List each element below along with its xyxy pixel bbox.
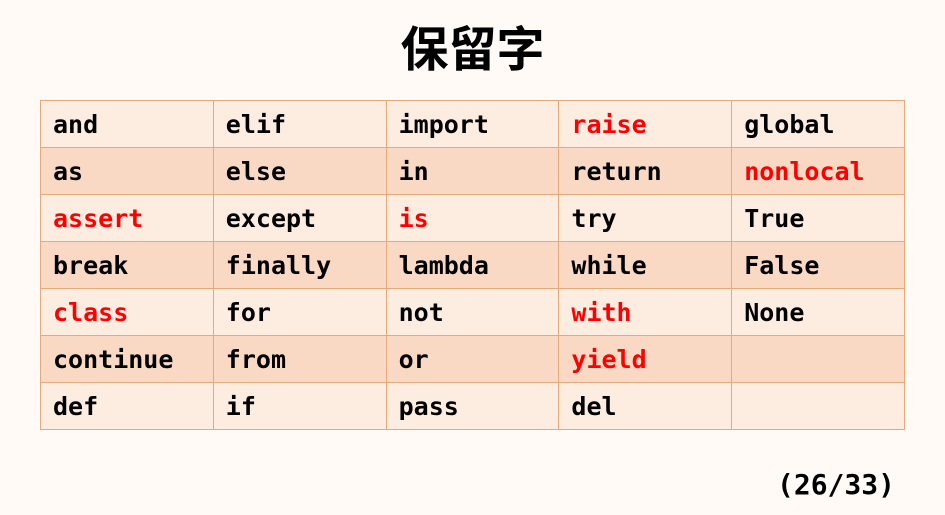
keyword-cell: else: [213, 148, 386, 195]
keyword-cell: True: [732, 195, 905, 242]
table-row: classfornotwithNone: [41, 289, 905, 336]
keywords-table: andelifimportraiseglobalaselseinreturnno…: [40, 100, 905, 430]
keyword-cell: del: [559, 383, 732, 430]
keyword-cell: while: [559, 242, 732, 289]
keyword-cell: raise: [559, 101, 732, 148]
keyword-cell: False: [732, 242, 905, 289]
keyword-cell: break: [41, 242, 214, 289]
page-counter: (26/33): [777, 468, 895, 501]
slide: 保留字 andelifimportraiseglobalaselseinretu…: [0, 0, 945, 515]
keyword-cell: if: [213, 383, 386, 430]
keyword-cell: import: [386, 101, 559, 148]
keyword-cell: nonlocal: [732, 148, 905, 195]
keyword-cell: try: [559, 195, 732, 242]
keyword-cell: None: [732, 289, 905, 336]
keyword-cell: global: [732, 101, 905, 148]
table-row: andelifimportraiseglobal: [41, 101, 905, 148]
keyword-cell: finally: [213, 242, 386, 289]
keyword-cell: continue: [41, 336, 214, 383]
keyword-cell: from: [213, 336, 386, 383]
keyword-cell: def: [41, 383, 214, 430]
keyword-cell: return: [559, 148, 732, 195]
keyword-cell: [732, 336, 905, 383]
table-row: aselseinreturnnonlocal: [41, 148, 905, 195]
table-row: breakfinallylambdawhileFalse: [41, 242, 905, 289]
keyword-cell: or: [386, 336, 559, 383]
keyword-cell: not: [386, 289, 559, 336]
keyword-cell: except: [213, 195, 386, 242]
keyword-cell: assert: [41, 195, 214, 242]
keyword-cell: with: [559, 289, 732, 336]
keyword-cell: for: [213, 289, 386, 336]
table-row: assertexceptistryTrue: [41, 195, 905, 242]
keyword-cell: as: [41, 148, 214, 195]
keyword-cell: yield: [559, 336, 732, 383]
table-row: continuefromoryield: [41, 336, 905, 383]
keyword-cell: in: [386, 148, 559, 195]
keyword-cell: class: [41, 289, 214, 336]
keyword-cell: elif: [213, 101, 386, 148]
keyword-cell: [732, 383, 905, 430]
keyword-cell: pass: [386, 383, 559, 430]
keywords-table-body: andelifimportraiseglobalaselseinreturnno…: [41, 101, 905, 430]
keyword-cell: lambda: [386, 242, 559, 289]
keyword-cell: is: [386, 195, 559, 242]
slide-title: 保留字: [40, 10, 905, 80]
table-row: defifpassdel: [41, 383, 905, 430]
keyword-cell: and: [41, 101, 214, 148]
